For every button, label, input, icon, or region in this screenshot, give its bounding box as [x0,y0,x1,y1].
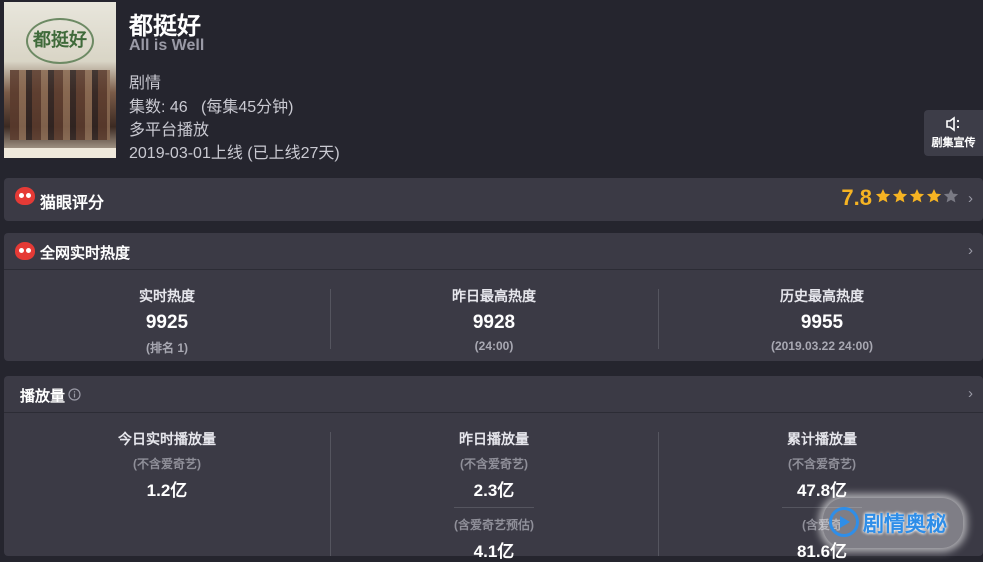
maoyan-rating-card[interactable]: 猫眼评分 7.8 › [4,178,983,221]
heat-realtime: 实时热度 9925 (排名 1) [4,286,330,356]
poster-footer-strip [4,148,116,158]
heat-yesterday-max: 昨日最高热度 9928 (24:00) [331,286,657,353]
star-empty-icon [943,188,959,202]
speaker-icon [945,116,959,132]
divider [4,269,983,270]
star-filled-icon [926,188,942,202]
plays-yesterday-value: 2.3亿 [473,481,515,500]
star-filled-icon [875,188,891,202]
chevron-right-icon: › [968,190,973,207]
plays-yesterday: 昨日播放量 (不含爱奇艺) 2.3亿 (含爱奇艺预估) 4.1亿 [331,429,657,562]
show-subtitle: All is Well [129,37,205,54]
heat-history-note: (2019.03.22 24:00) [770,339,874,353]
info-icon[interactable] [68,388,81,401]
plays-total-note: (不含爱奇艺) [788,457,856,471]
watermark-text: 剧情奥秘 [863,513,947,536]
plays-yesterday-label: 昨日播放量 [459,431,529,447]
plays-yesterday-value2: 4.1亿 [473,542,515,561]
watermark-badge: 剧情奥秘 [823,498,963,548]
poster-title-art: 都挺好 [26,18,94,64]
show-duration: (每集45分钟) [201,99,294,116]
show-title: 都挺好 [129,13,201,40]
heat-title: 全网实时热度 [40,245,131,262]
show-episodes-row: 集数: 46 (每集45分钟) [129,93,294,117]
play-logo-icon [829,507,859,537]
rating-score: 7.8 [841,185,872,210]
poster-cast-image [10,70,110,140]
maoyan-logo-icon [15,187,35,205]
rating-display: 7.8 [841,185,959,211]
maoyan-logo-icon [15,242,35,260]
heat-history-label: 历史最高热度 [780,288,864,304]
plays-title: 播放量 [20,388,66,405]
show-poster[interactable]: 都挺好 [4,2,116,158]
plays-today-value: 1.2亿 [146,481,188,500]
rating-stars [874,188,959,209]
heat-yesterday-note: (24:00) [474,339,514,353]
chevron-right-icon: › [968,242,973,259]
plays-today-note: (不含爱奇艺) [133,457,201,471]
show-header: 都挺好 都挺好 All is Well 剧情 集数: 46 (每集45分钟) 多… [0,0,983,170]
heat-yesterday-label: 昨日最高热度 [452,288,536,304]
promo-button[interactable]: 剧集宣传 [924,110,983,156]
promo-label: 剧集宣传 [931,137,976,149]
divider [4,412,983,413]
show-episodes: 集数: 46 [129,99,188,116]
plays-yesterday-note: (不含爱奇艺) [460,457,528,471]
heat-realtime-label: 实时热度 [139,288,195,304]
heat-card-header[interactable]: 全网实时热度 › [4,233,983,269]
plays-card-header[interactable]: 播放量 › [4,376,983,412]
heat-realtime-note: (排名 1) [145,341,188,355]
show-genre: 剧情 [129,75,162,92]
heat-yesterday-value: 9928 [472,312,516,333]
plays-total-label: 累计播放量 [787,431,857,447]
star-filled-icon [909,188,925,202]
star-filled-icon [892,188,908,202]
chevron-right-icon: › [968,385,973,402]
plays-today: 今日实时播放量 (不含爱奇艺) 1.2亿 [4,429,330,501]
heat-card: 全网实时热度 › 实时热度 9925 (排名 1) 昨日最高热度 9928 (2… [4,233,983,361]
inner-divider [454,507,534,508]
show-platform: 多平台播放 [129,122,210,139]
show-release: 2019-03-01上线 (已上线27天) [129,145,340,162]
heat-history-max: 历史最高热度 9955 (2019.03.22 24:00) [659,286,983,353]
heat-realtime-value: 9925 [145,312,189,333]
plays-yesterday-note2: (含爱奇艺预估) [454,518,534,532]
heat-history-value: 9955 [800,312,844,333]
plays-today-label: 今日实时播放量 [118,431,216,447]
maoyan-rating-title: 猫眼评分 [40,195,105,212]
